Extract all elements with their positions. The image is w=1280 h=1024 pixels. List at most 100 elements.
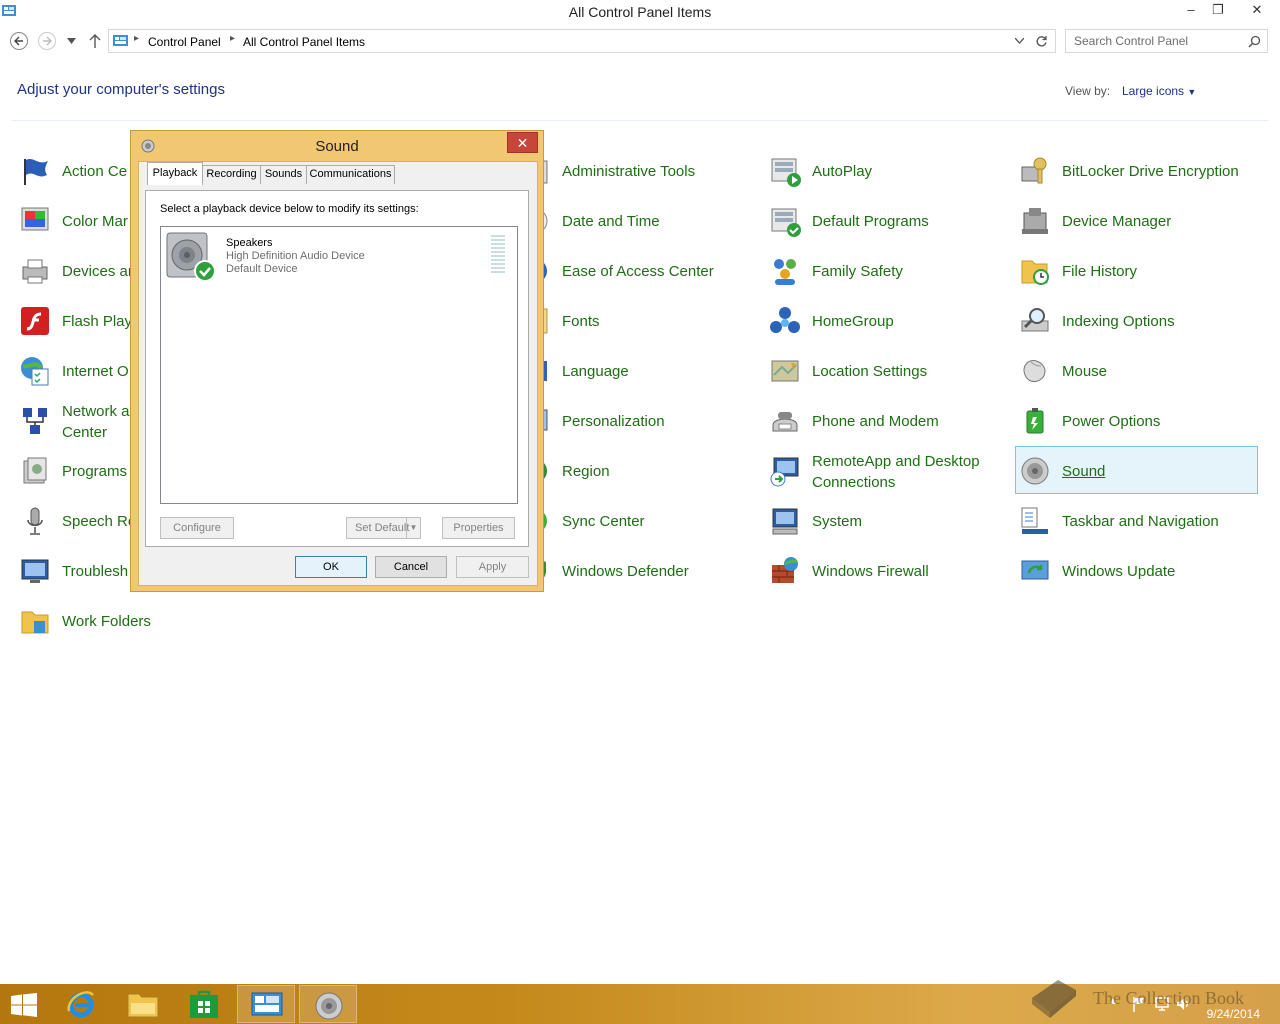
refresh-icon[interactable] <box>1035 35 1048 48</box>
set-default-dropdown-icon[interactable]: ▼ <box>406 518 420 538</box>
power-battery-icon <box>1026 408 1044 434</box>
address-dropdown-chevron-icon[interactable] <box>1015 38 1024 44</box>
properties-button[interactable]: Properties <box>442 517 515 539</box>
system-computer-icon <box>772 508 798 535</box>
programs-icon <box>23 457 47 484</box>
item-windows-update[interactable]: Windows Update <box>1015 546 1259 594</box>
minimize-button[interactable]: – <box>1177 0 1205 22</box>
item-taskbar-and-navigation[interactable]: Taskbar and Navigation <box>1015 496 1259 544</box>
internet-explorer-icon <box>67 991 94 1018</box>
store-icon <box>190 990 218 1018</box>
item-sync-center[interactable]: Sync Center <box>515 496 759 544</box>
file-explorer-taskbar-button[interactable] <box>113 985 171 1023</box>
item-label: Flash Play <box>62 313 133 330</box>
cancel-button[interactable]: Cancel <box>375 556 447 578</box>
item-label: Personalization <box>562 413 665 430</box>
item-administrative-tools[interactable]: Administrative Tools <box>515 146 759 194</box>
search-icon[interactable] <box>1248 35 1261 48</box>
apply-button[interactable]: Apply <box>456 556 529 578</box>
dialog-body: Playback Recording Sounds Communications… <box>138 161 538 586</box>
item-label: HomeGroup <box>812 313 894 330</box>
ok-button[interactable]: OK <box>295 556 367 578</box>
item-label: Action Ce <box>62 163 128 180</box>
item-indexing-options[interactable]: Indexing Options <box>1015 296 1259 344</box>
divider <box>12 120 1268 121</box>
tab-recording[interactable]: Recording <box>202 165 261 184</box>
view-by-dropdown[interactable]: Large icons ▼ <box>1122 84 1196 98</box>
window-title: All Control Panel Items <box>568 4 712 20</box>
default-programs-icon <box>771 208 801 237</box>
close-button[interactable]: ✕ <box>1240 0 1274 22</box>
recent-locations-chevron-icon[interactable] <box>67 38 76 44</box>
item-system[interactable]: System <box>765 496 1009 544</box>
search-input[interactable] <box>1074 34 1244 48</box>
tab-sounds[interactable]: Sounds <box>260 165 307 184</box>
item-label: Administrative Tools <box>562 163 696 180</box>
item-label: Speech Re <box>62 513 137 530</box>
flag-icon <box>24 159 48 185</box>
item-personalization[interactable]: Personalization <box>515 396 759 444</box>
item-label: Date and Time <box>562 213 660 230</box>
item-label: Devices ar <box>62 263 133 280</box>
breadcrumb-control-panel[interactable]: Control Panel <box>148 35 221 49</box>
item-autoplay[interactable]: AutoPlay <box>765 146 1009 194</box>
remote-desktop-icon <box>770 457 799 487</box>
item-windows-firewall[interactable]: Windows Firewall <box>765 546 1009 594</box>
item-mouse[interactable]: Mouse <box>1015 346 1259 394</box>
item-file-history[interactable]: File History <box>1015 246 1259 294</box>
address-bar[interactable]: ▸ Control Panel ▸ All Control Panel Item… <box>108 29 1056 53</box>
back-button[interactable] <box>10 32 28 50</box>
device-item-speakers[interactable]: Speakers High Definition Audio Device De… <box>161 227 517 287</box>
set-default-label: Set Default <box>355 522 410 534</box>
globe-checklist-icon <box>21 357 49 386</box>
item-region[interactable]: Region <box>515 446 759 494</box>
item-family-safety[interactable]: Family Safety <box>765 246 1009 294</box>
playback-instruction: Select a playback device below to modify… <box>160 203 419 215</box>
tab-communications[interactable]: Communications <box>306 165 395 184</box>
breadcrumb-all-items[interactable]: All Control Panel Items <box>243 35 365 49</box>
internet-explorer-taskbar-button[interactable] <box>52 985 110 1023</box>
up-arrow-icon[interactable] <box>88 33 102 49</box>
breadcrumb-separator-icon: ▸ <box>230 33 236 44</box>
tab-playback[interactable]: Playback <box>147 162 203 185</box>
playback-device-list[interactable]: Speakers High Definition Audio Device De… <box>160 226 518 504</box>
folder-icon <box>21 611 49 634</box>
phone-icon <box>772 412 798 432</box>
dialog-close-button[interactable]: ✕ <box>507 132 538 153</box>
forward-button[interactable] <box>38 32 56 50</box>
item-label: Taskbar and Navigation <box>1062 513 1219 530</box>
speaker-icon <box>1021 457 1049 485</box>
item-remoteapp[interactable]: RemoteApp and Desktop Connections <box>765 446 1009 494</box>
item-bitlocker[interactable]: BitLocker Drive Encryption <box>1015 146 1259 194</box>
configure-button[interactable]: Configure <box>160 517 234 539</box>
set-default-button[interactable]: Set Default ▼ <box>346 517 421 539</box>
item-default-programs[interactable]: Default Programs <box>765 196 1009 244</box>
windows-logo-icon <box>11 993 37 1017</box>
item-power-options[interactable]: Power Options <box>1015 396 1259 444</box>
control-panel-taskbar-button[interactable] <box>237 985 295 1023</box>
item-device-manager[interactable]: Device Manager <box>1015 196 1259 244</box>
search-box[interactable] <box>1065 29 1268 53</box>
item-sound[interactable]: Sound <box>1015 446 1258 494</box>
item-location-settings[interactable]: Location Settings <box>765 346 1009 394</box>
item-label: Location Settings <box>812 363 928 380</box>
item-work-folders[interactable]: Work Folders <box>15 596 259 644</box>
item-date-and-time[interactable]: Date and Time <box>515 196 759 244</box>
control-panel-icon <box>113 35 128 46</box>
store-taskbar-button[interactable] <box>174 985 232 1023</box>
sound-taskbar-button[interactable] <box>299 985 357 1023</box>
item-fonts[interactable]: Fonts <box>515 296 759 344</box>
item-ease-of-access[interactable]: Ease of Access Center <box>515 246 759 294</box>
page-title: Adjust your computer's settings <box>17 81 225 98</box>
troubleshooting-icon <box>21 559 49 583</box>
item-label: Troublesh <box>62 563 129 580</box>
book-watermark-icon <box>1032 980 1076 1018</box>
item-language[interactable]: Language <box>515 346 759 394</box>
item-windows-defender[interactable]: Windows Defender <box>515 546 759 594</box>
item-phone-and-modem[interactable]: Phone and Modem <box>765 396 1009 444</box>
item-label: Phone and Modem <box>812 413 939 430</box>
item-homegroup[interactable]: HomeGroup <box>765 296 1009 344</box>
item-label: Mouse <box>1062 363 1108 380</box>
start-button[interactable] <box>0 985 50 1023</box>
restore-button[interactable]: ❐ <box>1204 0 1232 22</box>
